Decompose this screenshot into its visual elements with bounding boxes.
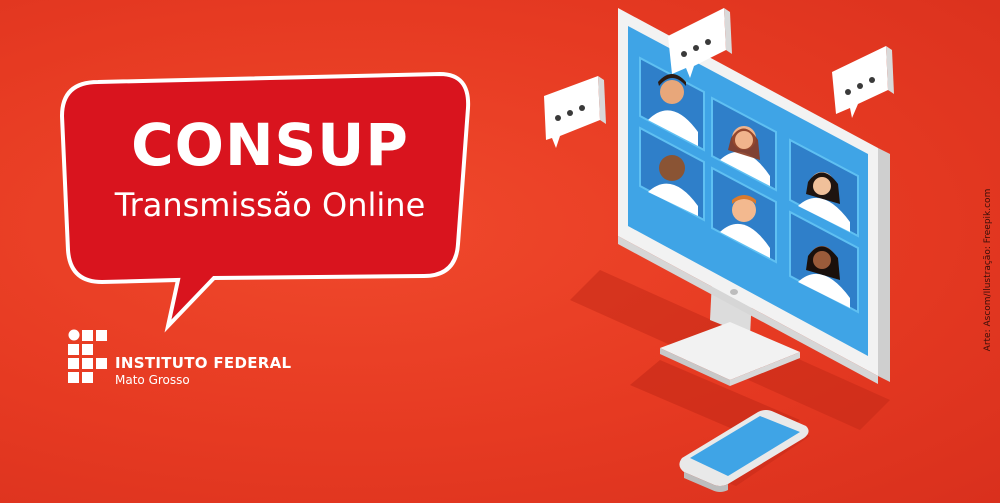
chat-bubble-right <box>832 46 894 118</box>
bubble-subtitle: Transmissão Online <box>114 186 426 224</box>
bubble-title: CONSUP <box>131 111 409 179</box>
banner-illustration <box>59 8 894 492</box>
institution-campus: Mato Grosso <box>115 373 190 387</box>
if-logo-icon <box>68 329 107 383</box>
art-credit: Arte: Ascom/Ilustração: Freepik.com <box>983 188 993 352</box>
institution-name: INSTITUTO FEDERAL <box>115 354 292 372</box>
smartphone-icon <box>679 410 810 492</box>
chat-bubble-left <box>544 76 606 148</box>
